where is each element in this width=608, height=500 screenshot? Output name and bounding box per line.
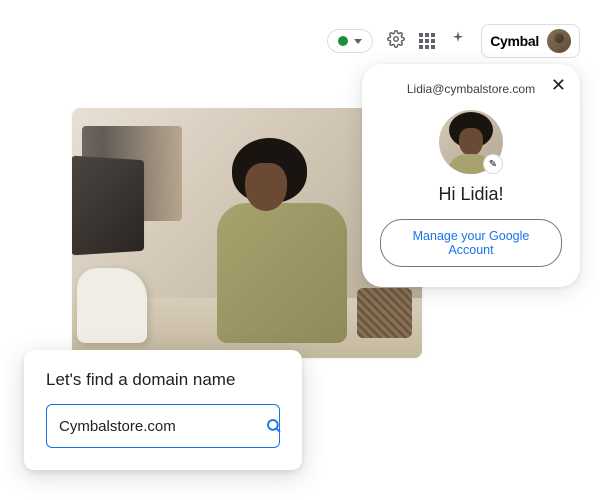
sparkle-button[interactable]	[449, 30, 467, 53]
search-button[interactable]	[265, 417, 283, 435]
manage-account-button[interactable]: Manage your Google Account	[380, 219, 562, 267]
account-chip[interactable]: Cymbal	[481, 24, 580, 58]
greeting-text: Hi Lidia!	[380, 184, 562, 205]
account-email: Lidia@cymbalstore.com	[380, 82, 562, 96]
avatar-wrapper: ✎	[439, 110, 503, 174]
edit-avatar-button[interactable]: ✎	[483, 154, 503, 174]
account-popup: ✕ Lidia@cymbalstore.com ✎ Hi Lidia! Mana…	[362, 64, 580, 287]
settings-button[interactable]	[387, 30, 405, 53]
brand-name: Cymbal	[490, 33, 539, 49]
domain-search-heading: Let's find a domain name	[46, 370, 280, 390]
avatar	[547, 29, 571, 53]
gear-icon	[387, 30, 405, 48]
search-icon	[265, 417, 283, 435]
apps-launcher-icon[interactable]	[419, 33, 435, 49]
status-dropdown[interactable]	[327, 29, 373, 53]
chevron-down-icon	[354, 39, 362, 44]
top-toolbar: Cymbal	[327, 24, 580, 58]
sparkle-icon	[449, 30, 467, 48]
pencil-icon: ✎	[489, 159, 497, 170]
domain-search-input[interactable]	[59, 418, 258, 435]
active-status-dot	[338, 36, 348, 46]
close-icon: ✕	[551, 75, 566, 95]
domain-search-card: Let's find a domain name	[24, 350, 302, 470]
domain-search-field[interactable]	[46, 404, 280, 448]
close-button[interactable]: ✕	[551, 76, 566, 94]
